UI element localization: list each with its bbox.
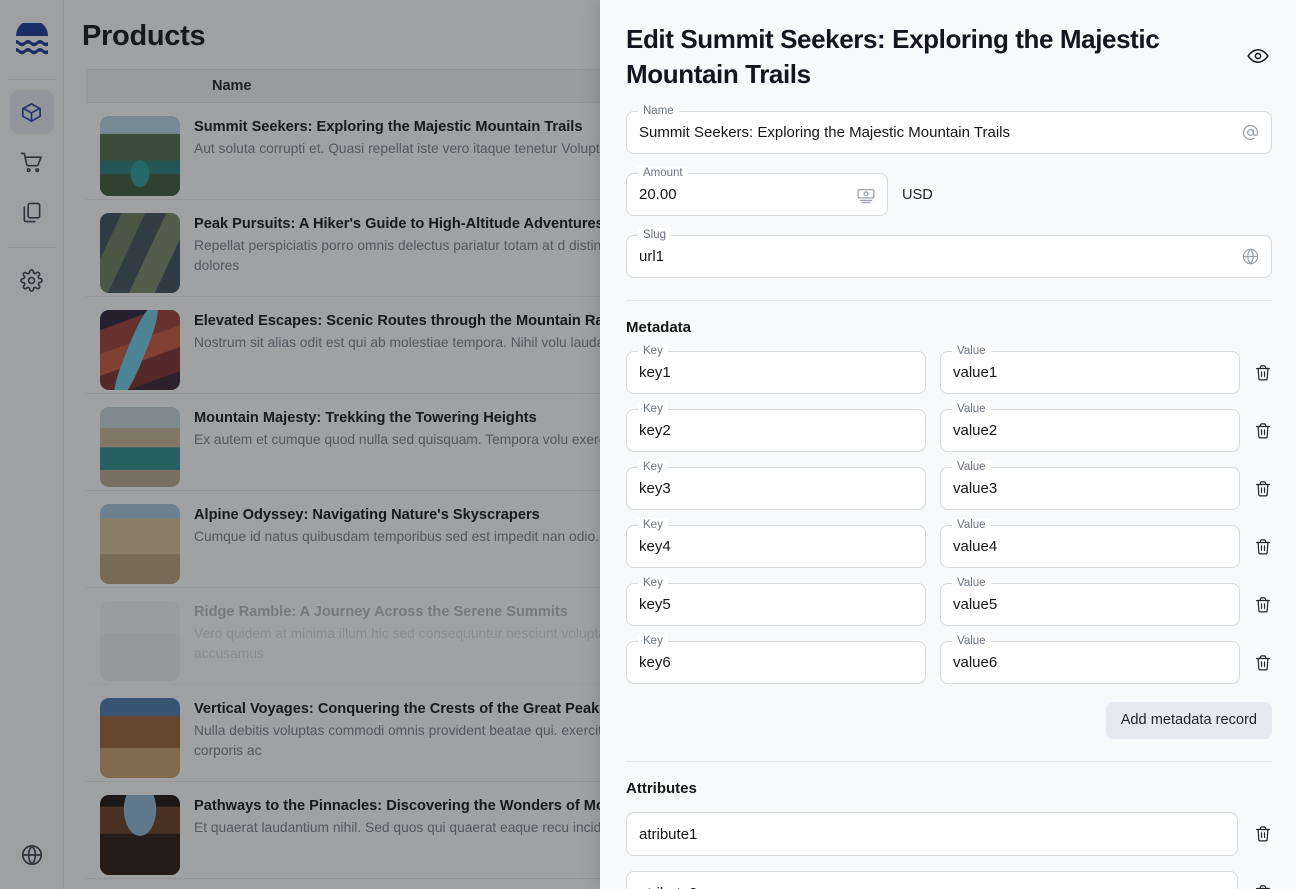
metadata-key-field[interactable]: Key (626, 518, 926, 568)
attribute-field[interactable] (626, 871, 1238, 889)
metadata-key-input[interactable] (627, 642, 925, 683)
trash-icon (1256, 422, 1270, 439)
metadata-value-label: Value (952, 402, 991, 416)
metadata-key-input[interactable] (627, 584, 925, 625)
metadata-value-label: Value (952, 576, 991, 590)
name-field[interactable]: Name (626, 104, 1272, 154)
trash-icon (1256, 364, 1270, 381)
metadata-value-input[interactable] (941, 352, 1239, 393)
metadata-key-field[interactable]: Key (626, 402, 926, 452)
metadata-key-label: Key (638, 402, 668, 416)
metadata-key-field[interactable]: Key (626, 634, 926, 684)
edit-product-panel: Edit Summit Seekers: Exploring the Majes… (600, 0, 1296, 889)
attribute-row (626, 856, 1272, 889)
attributes-divider (626, 761, 1272, 762)
trash-icon (1256, 654, 1270, 671)
metadata-value-field[interactable]: Value (940, 518, 1240, 568)
metadata-value-field[interactable]: Value (940, 344, 1240, 394)
delete-attribute-row-button[interactable] (1254, 825, 1272, 843)
metadata-value-label: Value (952, 344, 991, 358)
metadata-value-label: Value (952, 634, 991, 648)
metadata-key-input[interactable] (627, 352, 925, 393)
delete-attribute-row-button[interactable] (1254, 884, 1272, 889)
metadata-row: Key Value (626, 568, 1272, 626)
metadata-key-input[interactable] (627, 468, 925, 509)
attribute-rows (626, 797, 1272, 889)
panel-title: Edit Summit Seekers: Exploring the Majes… (626, 24, 1160, 89)
amount-input[interactable] (627, 174, 856, 215)
currency-label: USD (902, 186, 933, 203)
metadata-key-label: Key (638, 576, 668, 590)
metadata-value-input[interactable] (941, 526, 1239, 567)
delete-metadata-row-button[interactable] (1254, 654, 1272, 672)
at-sign-icon (1241, 123, 1271, 142)
metadata-row: Key Value (626, 452, 1272, 510)
banknote-icon (856, 185, 887, 205)
amount-field[interactable]: Amount (626, 166, 888, 216)
metadata-key-field[interactable]: Key (626, 344, 926, 394)
attribute-input[interactable] (627, 872, 1237, 889)
trash-icon (1256, 826, 1270, 842)
preview-eye-button[interactable] (1246, 44, 1272, 68)
metadata-row: Key Value (626, 626, 1272, 684)
metadata-section-title: Metadata (626, 319, 692, 336)
trash-icon (1256, 885, 1270, 889)
metadata-rows: Key Value Key Value Key Value Key Value Key Value… (626, 336, 1272, 684)
delete-metadata-row-button[interactable] (1254, 596, 1272, 614)
app-root: Products Name Summit Seekers: Exploring … (0, 0, 1296, 889)
metadata-key-label: Key (638, 460, 668, 474)
name-input[interactable] (627, 112, 1241, 153)
trash-icon (1256, 538, 1270, 555)
metadata-key-field[interactable]: Key (626, 460, 926, 510)
metadata-key-input[interactable] (627, 410, 925, 451)
metadata-key-field[interactable]: Key (626, 576, 926, 626)
slug-input[interactable] (627, 236, 1241, 277)
slug-field[interactable]: Slug (626, 228, 1272, 278)
metadata-key-label: Key (638, 518, 668, 532)
metadata-key-input[interactable] (627, 526, 925, 567)
metadata-value-label: Value (952, 518, 991, 532)
metadata-value-field[interactable]: Value (940, 576, 1240, 626)
metadata-value-input[interactable] (941, 642, 1239, 683)
panel-header: Edit Summit Seekers: Exploring the Majes… (626, 22, 1272, 92)
metadata-value-input[interactable] (941, 584, 1239, 625)
eye-icon (1247, 48, 1269, 64)
metadata-key-label: Key (638, 634, 668, 648)
metadata-row: Key Value (626, 336, 1272, 394)
delete-metadata-row-button[interactable] (1254, 364, 1272, 382)
globe-icon (1241, 247, 1271, 266)
metadata-key-label: Key (638, 344, 668, 358)
metadata-row: Key Value (626, 510, 1272, 568)
add-metadata-record-button[interactable]: Add metadata record (1105, 702, 1272, 739)
metadata-value-label: Value (952, 460, 991, 474)
metadata-value-field[interactable]: Value (940, 460, 1240, 510)
delete-metadata-row-button[interactable] (1254, 422, 1272, 440)
amount-row: Amount USD (626, 154, 1272, 216)
metadata-value-input[interactable] (941, 410, 1239, 451)
delete-metadata-row-button[interactable] (1254, 480, 1272, 498)
metadata-divider (626, 300, 1272, 301)
trash-icon (1256, 480, 1270, 497)
name-field-label: Name (638, 104, 679, 118)
attributes-section-title: Attributes (626, 780, 697, 797)
metadata-value-field[interactable]: Value (940, 402, 1240, 452)
metadata-actions: Add metadata record (626, 702, 1272, 739)
slug-field-label: Slug (638, 228, 672, 242)
attribute-field[interactable] (626, 812, 1238, 856)
amount-field-label: Amount (638, 166, 688, 180)
metadata-value-field[interactable]: Value (940, 634, 1240, 684)
attribute-input[interactable] (627, 813, 1237, 855)
metadata-row: Key Value (626, 394, 1272, 452)
attribute-row (626, 797, 1272, 856)
delete-metadata-row-button[interactable] (1254, 538, 1272, 556)
trash-icon (1256, 596, 1270, 613)
metadata-value-input[interactable] (941, 468, 1239, 509)
